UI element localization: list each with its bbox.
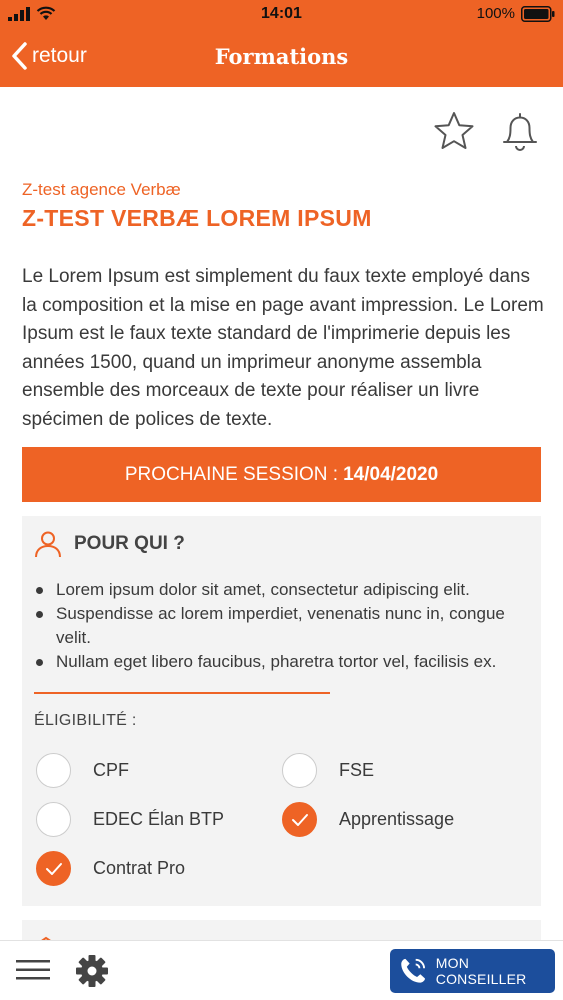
checkbox-cpf[interactable] bbox=[36, 753, 71, 788]
checkmark-icon bbox=[45, 862, 62, 875]
audience-header: POUR QUI ? bbox=[34, 530, 185, 558]
notification-button[interactable] bbox=[499, 110, 541, 152]
checkbox-fse[interactable] bbox=[282, 753, 317, 788]
course-description: Le Lorem Ipsum est simplement du faux te… bbox=[22, 266, 544, 430]
hamburger-icon bbox=[16, 960, 50, 980]
checkbox-edec[interactable] bbox=[36, 802, 71, 837]
option-label: Contrat Pro bbox=[93, 858, 186, 878]
audience-card: POUR QUI ? Lorem ipsum dolor sit amet, c… bbox=[22, 516, 541, 906]
battery-percent: 100% bbox=[476, 5, 515, 22]
checkbox-contrat-pro[interactable] bbox=[36, 851, 71, 886]
eligibility-option-contrat-pro[interactable]: Contrat Pro bbox=[36, 851, 185, 886]
option-label: FSE bbox=[339, 760, 375, 780]
bottom-bar: MON CONSEILLER bbox=[0, 940, 563, 1000]
list-item: Suspendisse ac lorem imperdiet, venenati… bbox=[34, 602, 534, 650]
eligibility-option-apprentissage[interactable]: Apprentissage bbox=[282, 802, 454, 837]
back-button[interactable]: retour bbox=[10, 41, 87, 71]
divider bbox=[34, 692, 330, 694]
list-item: Nullam eget libero faucibus, pharetra to… bbox=[34, 650, 534, 674]
gear-icon bbox=[76, 955, 108, 987]
status-battery: 100% bbox=[477, 5, 555, 22]
course-actions bbox=[433, 110, 541, 152]
eligibility-option-cpf[interactable]: CPF bbox=[36, 753, 129, 788]
agency-name: Z-test agence Verbæ bbox=[22, 180, 181, 199]
menu-button[interactable] bbox=[16, 958, 50, 987]
nav-bar: retour Formations bbox=[0, 30, 563, 87]
back-label: retour bbox=[32, 44, 87, 67]
audience-title: POUR QUI ? bbox=[74, 533, 185, 554]
battery-icon bbox=[521, 5, 555, 22]
eligibility-label: ÉLIGIBILITÉ : bbox=[34, 712, 137, 729]
option-label: Apprentissage bbox=[339, 809, 455, 829]
list-item: Lorem ipsum dolor sit amet, consectetur … bbox=[34, 578, 534, 602]
settings-button[interactable] bbox=[75, 954, 109, 993]
advisor-label: MON CONSEILLER bbox=[435, 955, 527, 987]
user-icon bbox=[35, 531, 61, 558]
eligibility-option-fse[interactable]: FSE bbox=[282, 753, 374, 788]
eligibility-option-edec[interactable]: EDEC Élan BTP bbox=[36, 802, 224, 837]
bell-icon bbox=[503, 113, 537, 151]
phone-icon bbox=[401, 958, 425, 983]
chevron-left-icon bbox=[12, 42, 27, 70]
favorite-button[interactable] bbox=[433, 110, 475, 152]
star-icon bbox=[434, 112, 474, 149]
next-session-banner: PROCHAINE SESSION : 14/04/2020 bbox=[22, 447, 541, 502]
checkbox-apprentissage[interactable] bbox=[282, 802, 317, 837]
status-bar: 14:01 100% bbox=[0, 0, 563, 30]
next-session-date: 14/04/2020 bbox=[343, 463, 439, 485]
audience-list: Lorem ipsum dolor sit amet, consectetur … bbox=[34, 578, 534, 674]
advisor-button[interactable]: MON CONSEILLER bbox=[390, 949, 555, 993]
checkmark-icon bbox=[291, 813, 308, 826]
option-label: CPF bbox=[93, 760, 129, 780]
option-label: EDEC Élan BTP bbox=[93, 809, 225, 829]
course-title: Z-TEST VERBÆ LOREM IPSUM bbox=[22, 205, 372, 231]
next-session-label: PROCHAINE SESSION : bbox=[124, 463, 339, 485]
